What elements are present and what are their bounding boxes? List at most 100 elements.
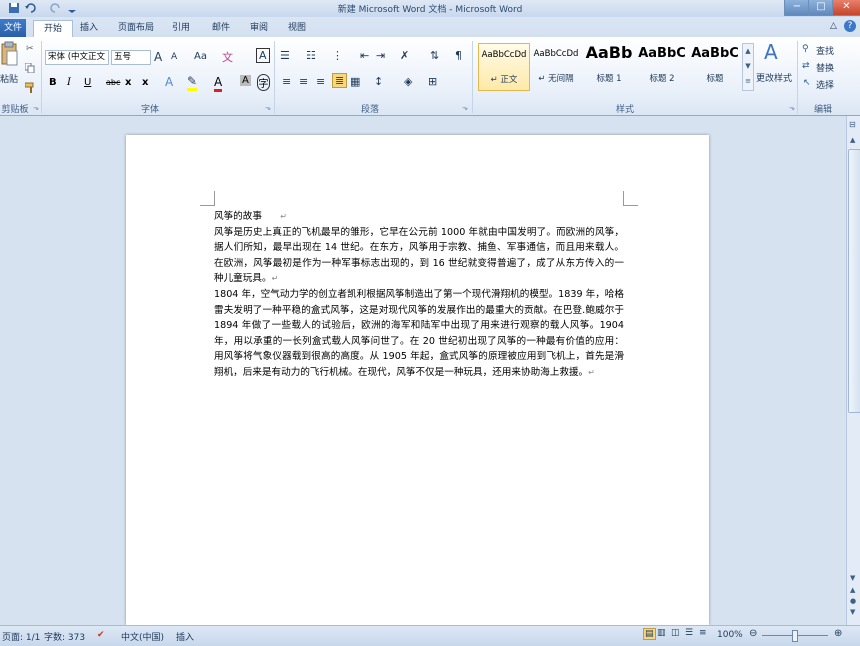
web-layout-icon[interactable]: ◫ [671,628,680,638]
align-left-icon[interactable]: ≡ [282,75,291,88]
select-button[interactable]: 选择 [816,78,834,91]
tab-references[interactable]: 引用 [166,20,196,36]
tab-mailings[interactable]: 邮件 [206,20,236,36]
borders-icon[interactable]: ⊞ [428,75,437,88]
sort-icon[interactable]: ⇅ [430,49,439,62]
language-status[interactable]: 中文(中国) [121,630,164,643]
align-right-icon[interactable]: ≡ [316,75,325,88]
zoom-in-icon[interactable]: ⊕ [834,628,842,639]
underline-button[interactable]: U [84,77,91,88]
paragraph-launcher-icon[interactable]: ⬎ [462,104,468,112]
strikethrough-button[interactable]: abc [106,78,120,87]
highlight-icon[interactable]: ✎ [187,74,198,91]
insert-mode[interactable]: 插入 [176,630,194,643]
tab-view[interactable]: 视图 [282,20,312,36]
outline-view-icon[interactable]: ☰ [685,628,693,638]
shrink-font-button[interactable]: A [171,52,177,62]
paste-icon[interactable] [0,41,18,70]
font-launcher-icon[interactable]: ⬎ [265,104,271,112]
distributed-icon[interactable]: ▦ [350,75,360,88]
document-title: 风筝的故事 [214,211,262,222]
margin-mark [623,191,638,206]
zoom-out-icon[interactable]: ⊖ [749,628,757,639]
bullets-icon[interactable]: ☰ [280,49,290,62]
scroll-down-icon[interactable]: ▼ [850,574,855,582]
grow-font-button[interactable]: A [154,50,162,64]
increase-indent-icon[interactable]: ⇥ [376,49,385,62]
style-normal[interactable]: AaBbCcDd ↵ 正文 [478,43,530,91]
char-shading-icon[interactable]: A [240,75,251,86]
font-size-combo[interactable]: 五号 [111,50,151,65]
style-heading-2[interactable]: AaBbC 标题 2 [637,43,687,89]
scrollbar-thumb[interactable] [848,149,860,413]
copy-icon[interactable] [24,62,35,76]
change-styles-icon[interactable]: A [764,40,778,64]
tab-page-layout[interactable]: 页面布局 [112,20,160,36]
styles-launcher-icon[interactable]: ⬎ [789,104,795,112]
minimize-ribbon-icon[interactable]: △ [830,21,837,31]
ruler-toggle-icon[interactable]: ⊟ [849,120,856,129]
chinese-layout-icon[interactable]: ✗ [400,49,409,62]
vertical-scrollbar[interactable]: ⊟ ▲ ▼ ▲ ● ▼ [846,116,860,625]
draft-view-icon[interactable]: ≡ [699,628,707,638]
document-body[interactable]: 风筝的故事 ↵ 风筝是历史上真正的飞机最早的雏形，它早在公元前 1000 年就由… [214,209,624,381]
multilevel-list-icon[interactable]: ⋮ [332,49,343,62]
enclose-char-icon[interactable]: 字 [257,74,270,91]
scroll-up-icon[interactable]: ▲ [850,136,855,144]
find-button[interactable]: 查找 [816,44,834,57]
styles-scroll[interactable]: ▲ ▼ ≡ [742,43,754,91]
subscript-button[interactable]: x [125,77,131,88]
format-painter-icon[interactable] [24,81,37,96]
close-button[interactable]: ✕ [832,0,860,16]
zoom-slider-thumb[interactable] [792,630,798,642]
style-sample: AaBbCcDd [533,49,579,59]
zoom-level[interactable]: 100% [717,630,743,640]
align-center-icon[interactable]: ≡ [299,75,308,88]
print-layout-view-icon[interactable]: ▤ [643,628,656,640]
font-name-combo[interactable]: 宋体 (中文正文 [45,50,109,65]
font-color-button[interactable]: A [214,75,223,92]
next-page-icon[interactable]: ▼ [850,608,855,616]
browse-object-icon[interactable]: ● [850,597,856,605]
style-name: 标题 2 [649,74,675,84]
shading-icon[interactable]: ◈ [404,75,412,88]
char-border-icon[interactable]: A [256,48,270,63]
tab-home[interactable]: 开始 [33,20,73,38]
bold-button[interactable]: B [49,77,57,88]
style-title[interactable]: AaBbC 标题 [690,43,740,89]
find-icon[interactable]: ⚲ [802,44,809,54]
style-heading-1[interactable]: AaBb 标题 1 [584,43,634,89]
replace-icon[interactable]: ⇄ [802,61,810,71]
numbering-icon[interactable]: ☷ [306,49,316,62]
replace-button[interactable]: 替换 [816,61,834,74]
full-screen-reading-icon[interactable]: ▥ [657,628,666,638]
justify-icon[interactable]: ≣ [332,73,348,88]
prev-page-icon[interactable]: ▲ [850,586,855,594]
clipboard-launcher-icon[interactable]: ⬎ [33,104,39,112]
cut-icon[interactable]: ✂ [26,44,34,54]
phonetic-guide-icon[interactable]: 文 [222,49,233,65]
text-effects-icon[interactable]: A [165,75,173,89]
tab-review[interactable]: 审阅 [244,20,274,36]
line-spacing-icon[interactable]: ↕ [374,75,383,88]
maximize-button[interactable]: □ [808,0,834,16]
decrease-indent-icon[interactable]: ⇤ [360,49,369,62]
italic-button[interactable]: I [67,77,71,88]
word-count[interactable]: 字数: 373 [44,630,85,643]
style-no-spacing[interactable]: AaBbCcDd ↵ 无间隔 [531,43,581,89]
proofing-icon[interactable]: ✔ [97,630,105,640]
change-case-button[interactable]: Aa [194,51,207,62]
superscript-button[interactable]: x [142,77,148,88]
page-count[interactable]: 页面: 1/1 [2,630,40,643]
help-icon[interactable]: ? [844,20,856,32]
minimize-button[interactable]: − [784,0,810,16]
separator [274,41,275,113]
paste-button[interactable]: 粘贴 [0,72,18,85]
tab-file[interactable]: 文件 [0,19,26,37]
ribbon: 粘贴 ✂ 剪贴板 ⬎ 宋体 (中文正文 五号 A A Aa 文 A B I U … [0,37,860,116]
select-icon[interactable]: ↖ [803,78,811,88]
show-marks-icon[interactable]: ¶ [455,49,462,62]
change-styles-button[interactable]: 更改样式 [756,71,792,84]
document-page[interactable]: 风筝的故事 ↵ 风筝是历史上真正的飞机最早的雏形，它早在公元前 1000 年就由… [126,135,709,625]
tab-insert[interactable]: 插入 [74,20,104,36]
